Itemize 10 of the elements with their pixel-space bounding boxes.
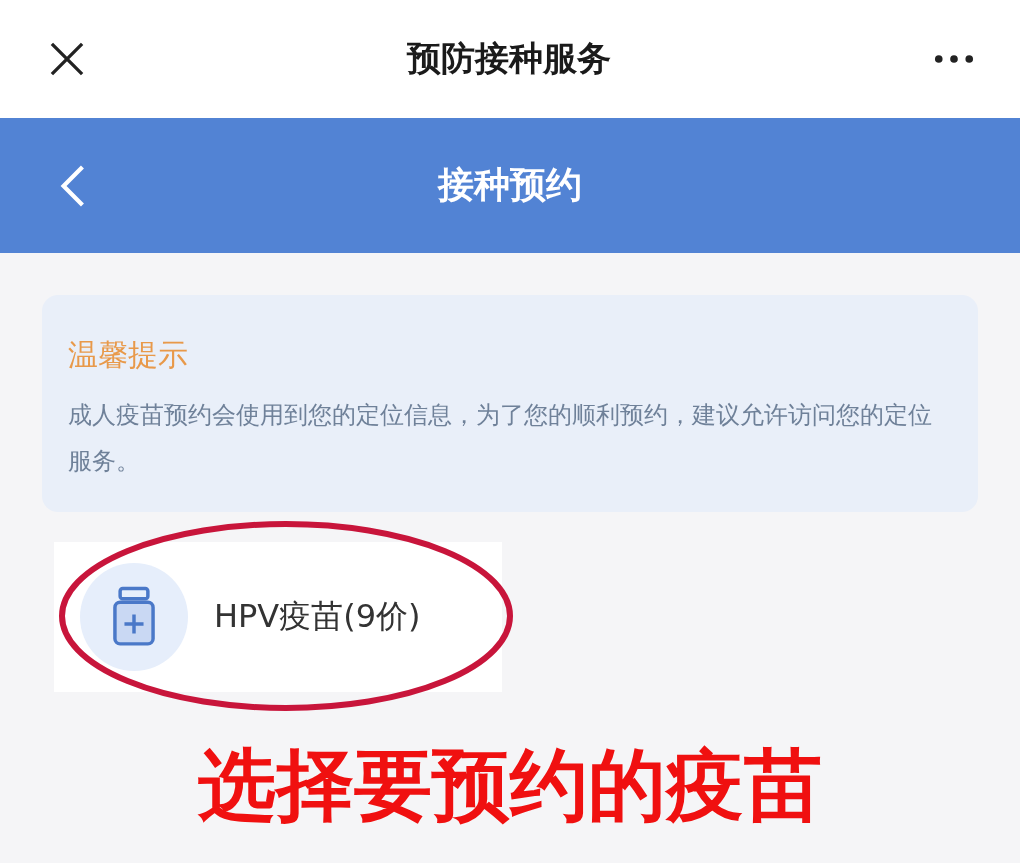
vaccine-item[interactable]: HPV疫苗(9价) xyxy=(54,542,502,692)
more-icon[interactable] xyxy=(934,54,974,64)
vial-icon xyxy=(80,563,188,671)
notice-text: 成人疫苗预约会使用到您的定位信息，为了您的顺利预约，建议允许访问您的定位服务。 xyxy=(68,400,933,477)
back-icon[interactable] xyxy=(60,164,86,207)
close-icon[interactable] xyxy=(50,42,84,76)
page-title: 预防接种服务 xyxy=(407,37,611,80)
notice-title: 温馨提示 xyxy=(68,336,189,374)
annotation-caption: 选择要预约的疫苗 xyxy=(197,739,823,832)
header-title: 接种预约 xyxy=(438,163,582,207)
